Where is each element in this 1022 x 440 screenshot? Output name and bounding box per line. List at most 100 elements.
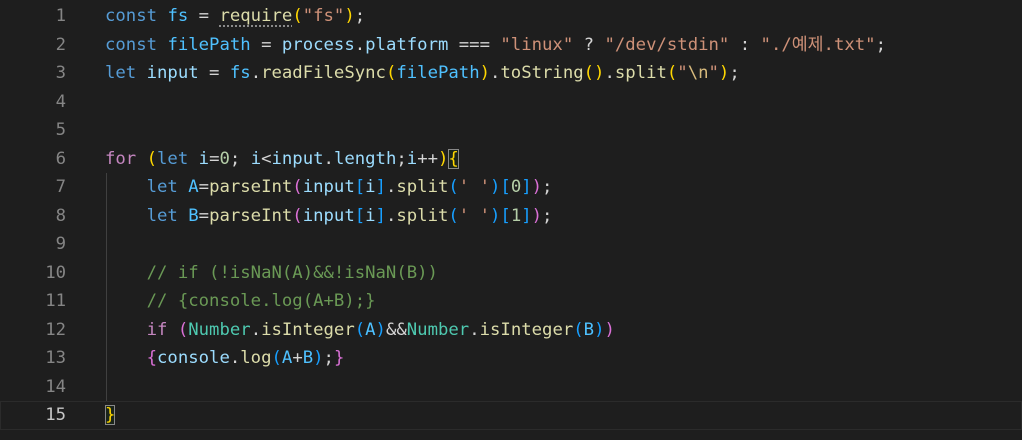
code-token: input <box>146 63 199 83</box>
code-token: [ <box>500 177 511 197</box>
code-token: ( <box>448 205 459 226</box>
code-token: "./예제.txt" <box>760 34 876 55</box>
code-token: if <box>146 319 168 340</box>
code-line[interactable]: 12 if (Number.isInteger(A)&&Number.isInt… <box>0 316 1022 345</box>
line-number: 3 <box>55 63 66 83</box>
code-token: B <box>188 205 199 226</box>
line-number: 15 <box>45 405 66 425</box>
code-token: split <box>396 205 449 226</box>
code-token: ) <box>531 177 543 197</box>
code-token: " <box>708 63 719 83</box>
code-line[interactable]: 5 <box>0 116 1022 145</box>
code-token: . <box>385 205 397 226</box>
code-token: i <box>365 177 376 197</box>
code-token: let <box>146 205 178 226</box>
code-token: + <box>292 348 303 368</box>
line-number: 7 <box>55 177 66 197</box>
code-text: for (let i=0; i<input.length;i++){ <box>105 145 459 174</box>
code-token: input <box>302 177 355 197</box>
code-token: ( <box>354 319 366 340</box>
code-token: [ <box>500 205 511 226</box>
line-number: 14 <box>45 376 66 397</box>
code-token: . <box>469 319 480 340</box>
code-token: console <box>157 348 230 368</box>
code-line[interactable]: 14 <box>0 373 1022 402</box>
code-token: ; <box>542 205 553 226</box>
indent-guide <box>106 173 107 401</box>
code-token: "linux" <box>500 34 574 55</box>
code-token: split <box>396 177 449 197</box>
code-token: ; <box>323 348 334 368</box>
code-token: . <box>250 319 262 340</box>
line-number: 12 <box>45 319 66 340</box>
code-token: i <box>198 148 210 169</box>
code-line[interactable]: 2 const filePath = process.platform === "… <box>0 31 1022 60</box>
code-token: isInteger <box>479 319 574 340</box>
code-token: "/dev/stdin" <box>604 34 730 55</box>
code-text: const fs = require("fs"); <box>105 2 365 31</box>
code-token: ) <box>479 63 490 83</box>
code-token: i <box>406 148 418 169</box>
code-token: ] <box>375 205 386 226</box>
code-token: ++ <box>417 148 438 169</box>
code-token: . <box>323 148 334 169</box>
code-token: . <box>250 63 262 83</box>
code-token: : <box>729 34 761 55</box>
code-line[interactable]: 8 let B=parseInt(input[i].split(' ')[1])… <box>0 202 1022 231</box>
code-token: < <box>261 148 272 169</box>
code-line[interactable]: 3 let input = fs.readFileSync(filePath).t… <box>0 59 1022 88</box>
code-token: readFileSync <box>261 63 386 83</box>
code-token: const <box>105 6 158 26</box>
code-token: A <box>281 348 293 368</box>
code-token: fs <box>167 6 189 26</box>
code-token: ) <box>531 205 543 226</box>
code-token: ' ' <box>458 205 491 226</box>
code-token: ) <box>718 63 730 83</box>
code-token: && <box>385 319 407 340</box>
code-line[interactable]: 1 const fs = require("fs"); <box>0 2 1022 31</box>
code-token: ) <box>313 348 324 368</box>
code-token: ' ' <box>458 177 491 197</box>
code-token: let <box>146 177 178 197</box>
line-number: 13 <box>45 348 66 368</box>
code-token: let <box>105 63 137 83</box>
code-token: isInteger <box>261 319 355 340</box>
code-line[interactable]: 13 {console.log(A+B);} <box>0 344 1022 373</box>
code-token: { <box>146 348 158 368</box>
code-token: ( <box>292 177 303 197</box>
code-line[interactable]: 4 <box>0 88 1022 117</box>
line-number: 10 <box>45 262 66 283</box>
code-token: ) <box>375 319 386 340</box>
line-number: 1 <box>55 6 66 26</box>
code-token: fs <box>229 63 251 83</box>
code-line[interactable]: 9 <box>0 230 1022 259</box>
code-token: ) <box>594 319 605 340</box>
code-text: // {console.log(A+B);} <box>105 287 376 316</box>
code-line[interactable]: 10 // if (!isNaN(A)&&!isNaN(B)) <box>0 259 1022 288</box>
code-line[interactable]: 6 for (let i=0; i<input.length;i++){ <box>0 145 1022 174</box>
code-text: let input = fs.readFileSync(filePath).to… <box>105 59 740 88</box>
code-token: ( <box>177 319 189 340</box>
code-token: require <box>219 6 293 26</box>
code-token: ; <box>875 34 886 55</box>
code-editor[interactable]: 1 const fs = require("fs"); 2 const filePat… <box>0 0 1022 440</box>
code-token: \n <box>687 63 709 83</box>
code-text: let B=parseInt(input[i].split(' ')[1]); <box>105 202 553 231</box>
code-token: ( <box>385 63 397 83</box>
code-token: 1 <box>510 205 522 226</box>
code-line[interactable]: 7 let A=parseInt(input[i].split(' ')[0])… <box>0 173 1022 202</box>
code-text: const filePath = process.platform === "l… <box>105 31 886 60</box>
code-token: B <box>302 348 314 368</box>
code-line[interactable]: 11 // {console.log(A+B);} <box>0 287 1022 316</box>
code-token: === <box>448 34 501 55</box>
code-token: // if (!isNaN(A)&&!isNaN(B)) <box>146 262 438 283</box>
code-token: { <box>448 148 459 169</box>
code-line[interactable]: 15} <box>0 401 1022 430</box>
